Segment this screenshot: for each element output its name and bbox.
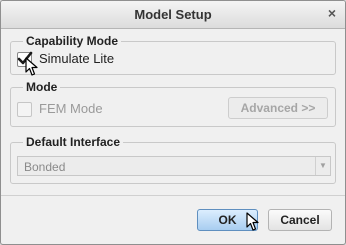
default-interface-group: Default Interface Bonded ▼ — [10, 135, 336, 184]
cancel-button[interactable]: Cancel — [268, 209, 332, 231]
advanced-button[interactable]: Advanced >> — [228, 97, 328, 119]
title-bar: Model Setup × — [1, 1, 345, 29]
mode-group: Mode FEM Mode Advanced >> — [10, 80, 336, 127]
mode-legend: Mode — [23, 80, 61, 94]
fem-mode-label: FEM Mode — [39, 101, 103, 116]
capability-mode-group: Capability Mode Simulate Lite — [10, 34, 336, 75]
simulate-lite-label[interactable]: Simulate Lite — [39, 51, 114, 66]
mouse-pointer-icon — [25, 57, 38, 76]
chevron-down-icon[interactable]: ▼ — [315, 157, 330, 175]
capability-mode-legend: Capability Mode — [23, 34, 122, 48]
default-interface-select[interactable]: Bonded ▼ — [17, 156, 331, 176]
footer-divider — [1, 195, 345, 196]
default-interface-legend: Default Interface — [23, 135, 124, 149]
mouse-pointer-icon — [246, 212, 259, 231]
dialog-title: Model Setup — [134, 7, 212, 22]
close-icon[interactable]: × — [328, 5, 336, 21]
fem-mode-checkbox[interactable] — [17, 102, 32, 117]
model-setup-dialog: Model Setup × Capability Mode Simulate L… — [0, 0, 346, 245]
default-interface-value: Bonded — [24, 160, 66, 174]
